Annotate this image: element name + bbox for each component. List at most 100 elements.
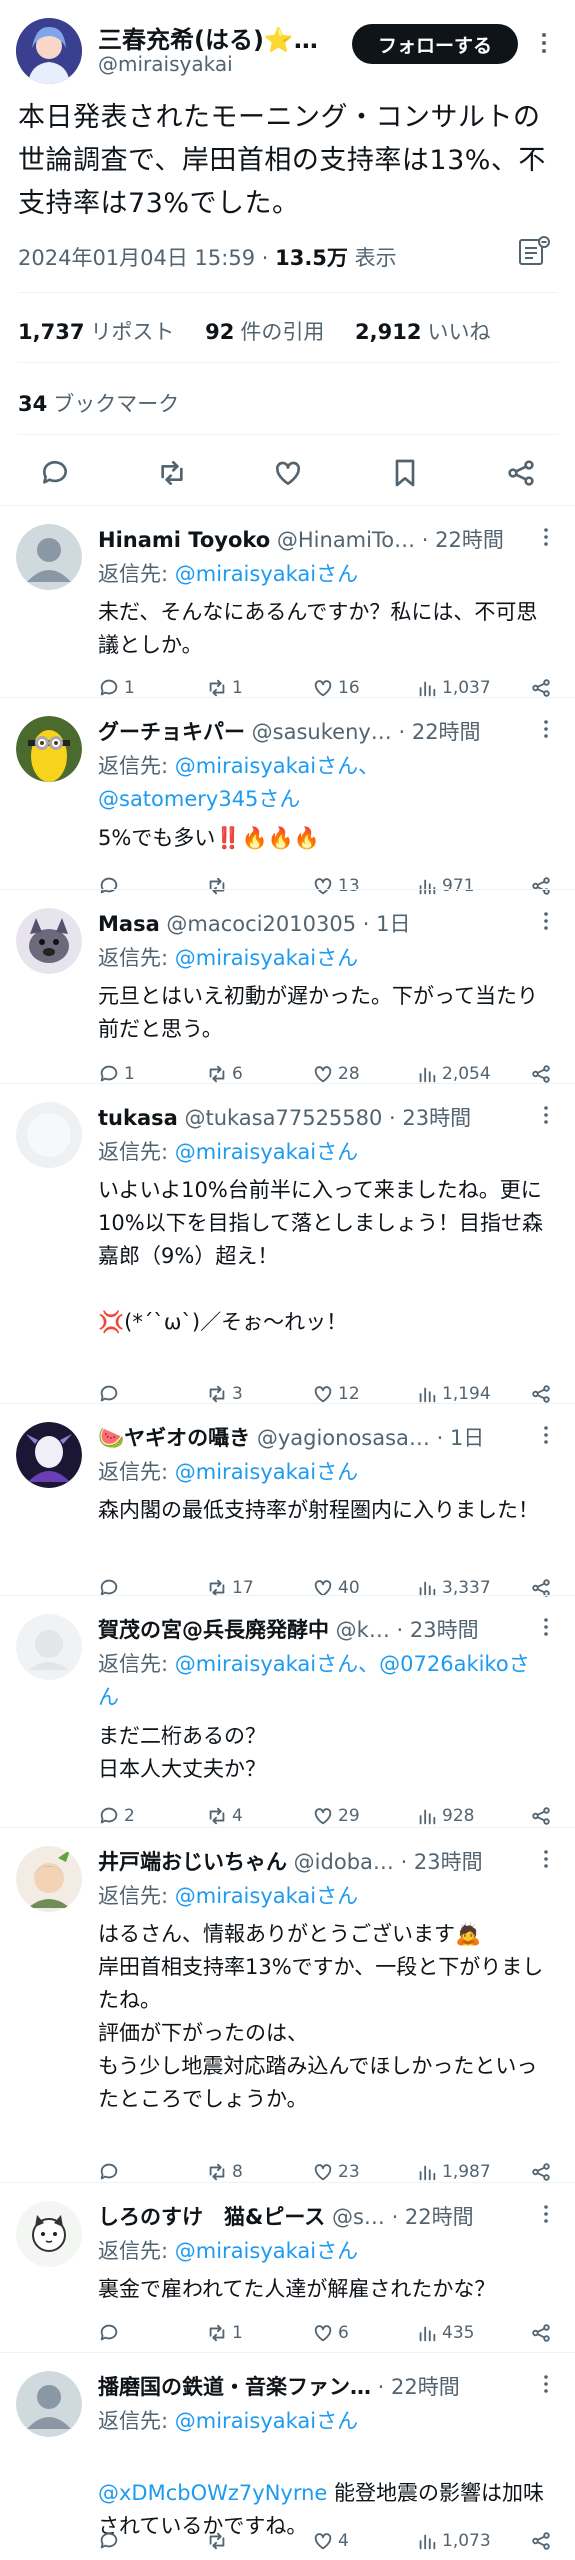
share-icon[interactable]	[530, 1802, 556, 1830]
follow-button[interactable]: フォローする	[352, 24, 518, 64]
more-options-icon[interactable]	[538, 1614, 554, 1640]
reply-time[interactable]: · 22時間	[415, 528, 504, 552]
more-options-icon[interactable]	[534, 28, 554, 58]
repost-icon[interactable]	[206, 2527, 232, 2555]
like-icon[interactable]	[271, 456, 305, 490]
more-options-icon[interactable]	[538, 908, 554, 934]
reply-to-line: 返信先: @miraisyakaiさん	[98, 1136, 548, 1169]
repost-icon[interactable]: 1	[206, 2319, 243, 2347]
reply-avatar[interactable]	[16, 1102, 82, 1168]
reply-tweet[interactable]: しろのすけ 猫&ピース @s… · 22時間 返信先: @miraisyakaiさ…	[0, 2182, 575, 2352]
share-icon[interactable]	[530, 2319, 556, 2347]
reply-author-name[interactable]: しろのすけ 猫&ピース	[98, 2205, 325, 2229]
like-icon[interactable]: 6	[312, 2319, 349, 2347]
reply-to-mentions[interactable]: @miraisyakaiさん	[175, 1884, 358, 1908]
share-icon[interactable]	[504, 456, 538, 490]
reply-author-name[interactable]: 賀茂の宮@兵長廃発酵中	[98, 1618, 329, 1642]
reply-author-handle[interactable]: @k…	[329, 1618, 390, 1642]
reply-icon[interactable]	[98, 2527, 124, 2555]
reply-author-name[interactable]: 🍉ヤギオの囁き	[98, 1426, 250, 1450]
repost-icon[interactable]	[155, 456, 189, 490]
reply-to-mentions[interactable]: @miraisyakaiさん	[175, 2409, 358, 2433]
reply-avatar[interactable]	[16, 2201, 82, 2267]
reply-tweet[interactable]: tukasa @tukasa77525580 · 23時間返信先: @mirai…	[0, 1083, 575, 1404]
reply-author-handle[interactable]: @tukasa77525580	[178, 1106, 382, 1130]
reply-time[interactable]: · 23時間	[390, 1618, 479, 1642]
reply-body: いよいよ10%台前半に入って来ましたね。更に10%以下を目指して落としましょう！…	[98, 1178, 544, 1334]
reply-icon[interactable]	[98, 2319, 124, 2347]
views-icon[interactable]: 1,073	[416, 2527, 491, 2555]
like-icon[interactable]: 29	[312, 1802, 360, 1830]
bookmark-icon[interactable]	[388, 456, 422, 490]
reply-avatar[interactable]	[16, 908, 82, 974]
reply-author-handle[interactable]: @HinamiTo…	[270, 528, 415, 552]
reply-tweet[interactable]: 🍉ヤギオの囁き @yagionosasa… · 1日 返信先: @miraisya…	[0, 1403, 575, 1598]
reply-header: Masa @macoci2010305 · 1日	[98, 908, 538, 938]
like-icon[interactable]: 4	[312, 2527, 349, 2555]
reply-author-name[interactable]: 井戸端おじいちゃん	[98, 1850, 287, 1874]
grok-analyze-icon[interactable]	[515, 232, 553, 270]
more-options-icon[interactable]	[538, 1422, 554, 1448]
reply-avatar[interactable]	[16, 2371, 82, 2437]
reply-time[interactable]: · 1日	[430, 1426, 485, 1450]
author-name[interactable]: 三春充希(はる)⭐…	[98, 20, 338, 55]
reply-author-name[interactable]: グーチョキパー	[98, 720, 245, 744]
reply-avatar[interactable]	[16, 1614, 82, 1680]
reply-author-name[interactable]: Hinami Toyoko	[98, 528, 270, 552]
reply-icon[interactable]: 2	[98, 1802, 135, 1830]
reply-tweet[interactable]: Masa @macoci2010305 · 1日 返信先: @miraisyaka…	[0, 889, 575, 1084]
tweet-timestamp[interactable]: 2024年01月04日 15:59 ·	[18, 246, 275, 270]
reply-tweet[interactable]: グーチョキパー @sasukeny… · 22時間 返信先: @miraisyak…	[0, 697, 575, 896]
likes-stat[interactable]: 2,912 いいね	[355, 320, 490, 344]
reply-author-name[interactable]: tukasa	[98, 1106, 178, 1130]
reply-time[interactable]: · 22時間	[392, 720, 480, 744]
author-avatar[interactable]	[16, 18, 82, 84]
reply-avatar[interactable]	[16, 524, 82, 590]
more-options-icon[interactable]	[538, 716, 554, 742]
quotes-stat[interactable]: 92 件の引用	[205, 320, 324, 344]
reply-to-mentions[interactable]: @miraisyakaiさん	[175, 1140, 358, 1164]
bookmarks-stat[interactable]: 34 ブックマーク	[18, 388, 179, 418]
reply-author-handle[interactable]: @yagionosasa…	[250, 1426, 430, 1450]
reply-tweet[interactable]: 播磨国の鉄道・音楽ファン… · 22時間 返信先: @miraisyakaiさん @…	[0, 2352, 575, 2560]
reply-time[interactable]: · 22時間	[385, 2205, 474, 2229]
reply-body: まだ二桁あるの？ 日本人大丈夫か？	[98, 1724, 266, 1781]
reposts-stat[interactable]: 1,737 リポスト	[18, 320, 174, 344]
view-count: 2,054	[442, 1064, 491, 1084]
reply-avatar[interactable]	[16, 1846, 82, 1912]
more-options-icon[interactable]	[538, 524, 554, 550]
views-icon[interactable]: 928	[416, 1802, 474, 1830]
reply-tweet[interactable]: 賀茂の宮@兵長廃発酵中 @k… · 23時間 返信先: @miraisyakaiさ…	[0, 1595, 575, 1827]
reply-author-name[interactable]: Masa	[98, 912, 160, 936]
more-options-icon[interactable]	[538, 2201, 554, 2227]
reply-text: 裏金で雇われてた人達が解雇されたかな？	[98, 2273, 558, 2306]
reply-time[interactable]: · 23時間	[382, 1106, 471, 1130]
more-options-icon[interactable]	[538, 2371, 554, 2397]
reply-author-name[interactable]: 播磨国の鉄道・音楽ファン…	[98, 2375, 371, 2399]
reply-to-mentions[interactable]: @miraisyakaiさん	[175, 946, 358, 970]
views-icon[interactable]: 435	[416, 2319, 474, 2347]
reply-time[interactable]: · 23時間	[394, 1850, 483, 1874]
reply-time[interactable]: · 1日	[356, 912, 411, 936]
more-options-icon[interactable]	[538, 1102, 554, 1128]
reply-tweet[interactable]: 井戸端おじいちゃん @idoba… · 23時間 返信先: @miraisyaka…	[0, 1827, 575, 2182]
reply-time[interactable]: · 22時間	[371, 2375, 460, 2399]
share-icon[interactable]	[530, 2527, 556, 2555]
reply-header: 井戸端おじいちゃん @idoba… · 23時間	[98, 1846, 538, 1876]
reply-to-mentions[interactable]: @miraisyakaiさん	[175, 1460, 358, 1484]
more-options-icon[interactable]	[538, 1846, 554, 1872]
reply-author-handle[interactable]: @sasukeny…	[245, 720, 392, 744]
divider	[18, 434, 558, 435]
author-handle[interactable]: @miraisyakai	[98, 52, 233, 76]
reply-avatar[interactable]	[16, 716, 82, 782]
repost-icon[interactable]: 4	[206, 1802, 243, 1830]
reply-tweet[interactable]: Hinami Toyoko @HinamiTo… · 22時間 返信先: @mir…	[0, 505, 575, 698]
reply-author-handle[interactable]: @idoba…	[287, 1850, 394, 1874]
reply-icon[interactable]	[38, 456, 72, 490]
reply-avatar[interactable]	[16, 1422, 82, 1488]
reply-to-mentions[interactable]: @miraisyakaiさん	[175, 562, 358, 586]
reply-to-mentions[interactable]: @miraisyakaiさん	[175, 2239, 358, 2263]
mention-link[interactable]: @xDMcbOWz7yNyrne	[98, 2481, 327, 2505]
reply-author-handle[interactable]: @s…	[325, 2205, 385, 2229]
reply-author-handle[interactable]: @macoci2010305	[160, 912, 356, 936]
